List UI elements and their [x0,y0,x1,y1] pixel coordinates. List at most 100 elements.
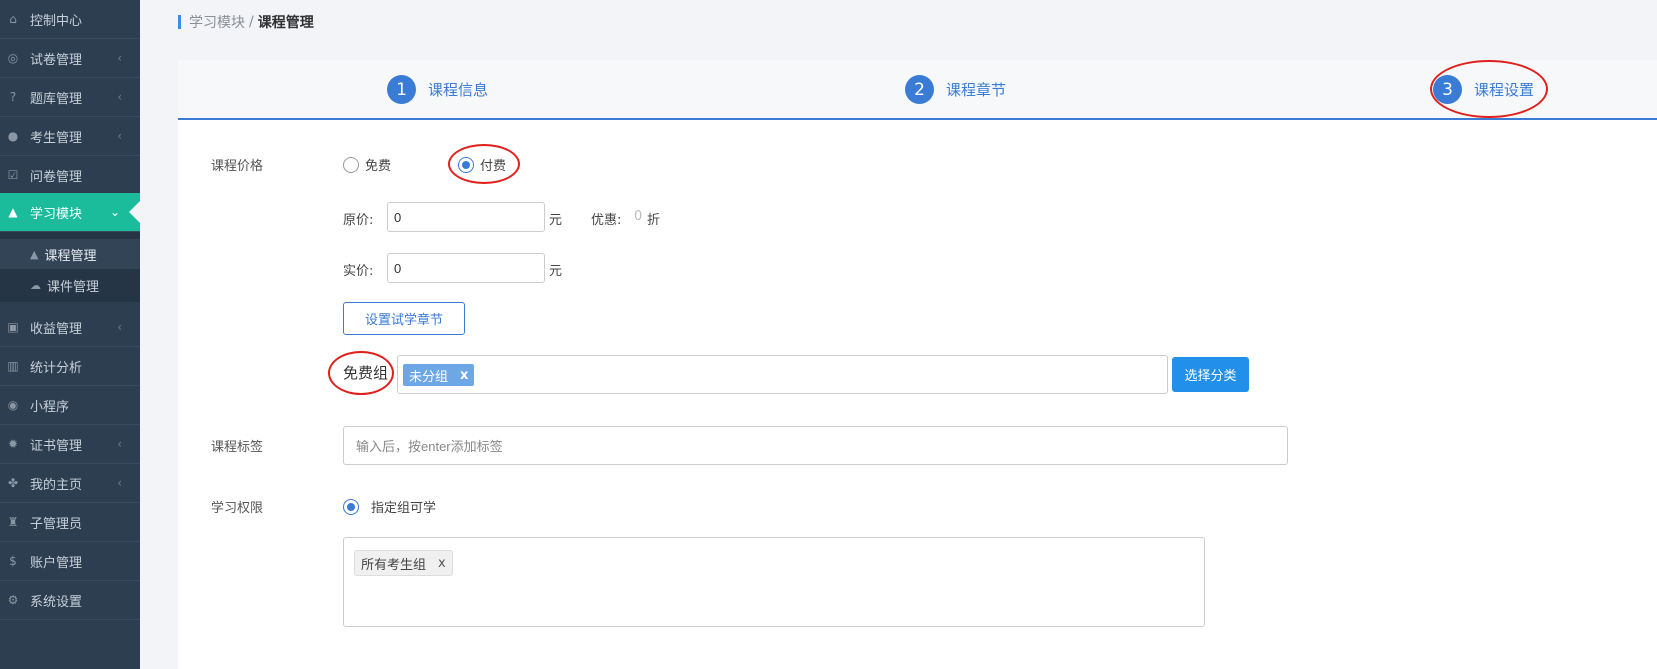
gear-icon: ⚙ [7,593,19,607]
breadcrumb: 学习模块 / 课程管理 [178,12,314,32]
sidebar-item-label: 控制中心 [30,13,83,29]
actual-price-label: 实价: [343,264,374,279]
free-group-tag-box[interactable]: 未分组 x [397,355,1168,394]
sidebar: ⌂ 控制中心 ◎ 试卷管理 ‹ ? 题库管理 ‹ ● 考生管理 ‹ ☑ 问卷管理… [0,0,140,669]
subitem-label: 课件管理 [47,279,100,295]
radio-specified-group[interactable]: 指定组可学 [343,497,436,516]
step-course-settings[interactable]: 3 课程设置 [1433,75,1534,104]
step-course-chapters[interactable]: 2 课程章节 [905,75,1006,104]
radio-paid[interactable]: 付费 [458,155,506,174]
step-number: 1 [387,75,416,104]
original-price-label: 原价: [343,213,374,228]
step-label: 课程信息 [428,81,489,99]
select-category-button[interactable]: 选择分类 [1172,357,1249,392]
sidebar-subitem-courseware[interactable]: ☁ 课件管理 [0,270,140,300]
home-icon: ⌂ [9,12,17,26]
check-square-icon: ☑ [7,168,19,182]
breadcrumb-parent[interactable]: 学习模块 [189,12,245,32]
tag-label: 所有考生组 [361,557,427,573]
user-icon: ● [7,129,19,143]
sidebar-item-account[interactable]: $ 账户管理 [0,542,140,581]
step-progress-bar: 1 课程信息 2 课程章节 3 课程设置 [178,60,1657,120]
bar-chart-icon: ▥ [7,359,19,373]
breadcrumb-separator: / [249,14,254,30]
sidebar-item-label: 问卷管理 [30,169,83,185]
discount-unit: 折 [647,213,661,228]
tag-remove-icon[interactable]: x [438,556,446,571]
chevron-left-icon: ‹ [117,51,122,65]
user-secret-icon: ♜ [7,515,19,529]
radio-paid-label: 付费 [480,159,507,174]
breadcrumb-accent-bar [178,15,181,29]
sidebar-item-label: 我的主页 [30,477,83,493]
sidebar-item-revenue[interactable]: ▣ 收益管理 ‹ [0,308,140,347]
wechat-icon: ◉ [7,398,19,412]
course-price-label: 课程价格 [211,159,264,174]
sidebar-item-label: 系统设置 [30,594,83,610]
radio-free-label: 免费 [365,159,392,174]
sidebar-item-exam-papers[interactable]: ◎ 试卷管理 ‹ [0,39,140,78]
course-tag-input[interactable]: 输入后，按enter添加标签 [343,426,1288,465]
original-price-input[interactable]: 0 [387,202,545,232]
sidebar-item-label: 考生管理 [30,130,83,146]
leaf-icon: ✤ [7,476,19,490]
sidebar-item-settings[interactable]: ⚙ 系统设置 [0,581,140,620]
chevron-left-icon: ‹ [117,437,122,451]
free-group-label: 免费组 [343,364,389,382]
sidebar-item-dashboard[interactable]: ⌂ 控制中心 [0,0,140,39]
sidebar-subitem-course-management[interactable]: ▲ 课程管理 [0,239,140,269]
chevron-left-icon: ‹ [117,90,122,104]
money-icon: ▣ [7,320,19,334]
radio-circle-selected[interactable] [343,498,359,515]
sidebar-item-homepage[interactable]: ✤ 我的主页 ‹ [0,464,140,503]
radio-circle[interactable] [343,156,359,173]
sidebar-item-candidates[interactable]: ● 考生管理 ‹ [0,117,140,156]
sidebar-item-label: 题库管理 [30,91,83,107]
permission-group-box[interactable]: 所有考生组 x [343,537,1205,627]
permission-label: 学习权限 [211,501,264,516]
question-circle-icon: ? [9,90,17,104]
tag-label: 未分组 [409,369,449,385]
course-settings-panel: 1 课程信息 2 课程章节 3 课程设置 课程价格 免费 付费 原价: 0 元 … [178,60,1657,669]
check-circle-icon: ◎ [7,51,19,65]
sidebar-item-label: 小程序 [30,399,70,415]
chevron-left-icon: ‹ [117,129,122,143]
actual-price-unit: 元 [549,264,563,279]
sidebar-item-label: 试卷管理 [30,52,83,68]
actual-price-input[interactable]: 0 [387,253,545,283]
radio-specified-group-label: 指定组可学 [371,501,437,516]
course-tag-label: 课程标签 [211,440,264,455]
sidebar-item-sub-admins[interactable]: ♜ 子管理员 [0,503,140,542]
header: 学习模块 / 课程管理 [140,0,1657,43]
graduation-cap-icon: ▲ [30,247,39,261]
permission-group-tag: 所有考生组 x [354,550,453,576]
radio-circle-selected[interactable] [458,156,474,173]
radio-free[interactable]: 免费 [343,155,391,174]
certificate-icon: ✹ [7,437,19,451]
subitem-label: 课程管理 [44,248,97,264]
sidebar-item-questionnaires[interactable]: ☑ 问卷管理 [0,156,140,195]
sidebar-item-learning[interactable]: ▲ 学习模块 ⌄ [0,193,140,232]
free-group-tag: 未分组 x [403,364,475,386]
sidebar-item-question-bank[interactable]: ? 题库管理 ‹ [0,78,140,117]
course-tag-placeholder: 输入后，按enter添加标签 [356,439,503,454]
discount-value: 0 [634,209,643,224]
chevron-left-icon: ‹ [117,476,122,490]
set-trial-chapter-button[interactable]: 设置试学章节 [343,302,465,335]
sidebar-item-label: 子管理员 [30,516,83,532]
sidebar-item-label: 证书管理 [30,438,83,454]
step-label: 课程章节 [946,81,1007,99]
sidebar-item-mini-program[interactable]: ◉ 小程序 [0,386,140,425]
discount-label: 优惠: [591,213,622,228]
sidebar-item-label: 收益管理 [30,321,83,337]
graduation-cap-icon: ▲ [8,205,18,219]
sidebar-item-label: 账户管理 [30,555,83,571]
dollar-icon: $ [9,554,17,568]
sidebar-item-certificates[interactable]: ✹ 证书管理 ‹ [0,425,140,464]
chevron-left-icon: ‹ [117,320,122,334]
step-course-info[interactable]: 1 课程信息 [387,75,488,104]
step-number: 3 [1433,75,1462,104]
tag-remove-icon[interactable]: x [460,368,468,383]
chevron-down-icon: ⌄ [109,205,120,219]
sidebar-item-statistics[interactable]: ▥ 统计分析 [0,347,140,386]
